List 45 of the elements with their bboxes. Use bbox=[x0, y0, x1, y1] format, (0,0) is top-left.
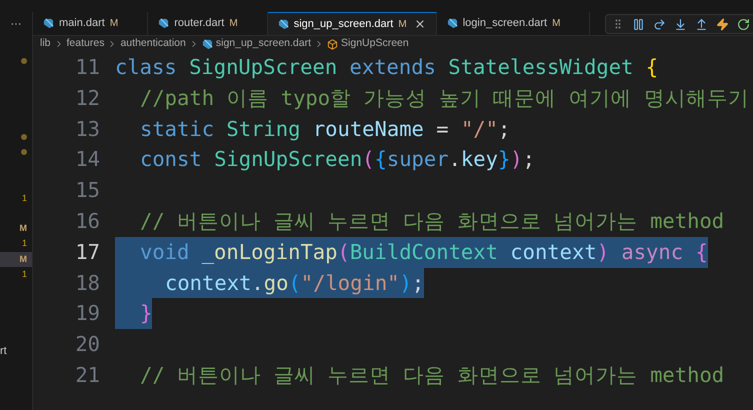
code-line: // 버튼이나 글씨 누르면 다음 화면으로 넘어가는 method bbox=[139, 362, 724, 389]
editor-tab[interactable]: main.dart M bbox=[33, 12, 148, 35]
file-name[interactable]: rt bbox=[0, 343, 7, 360]
breadcrumb-item[interactable]: sign_up_screen.dart bbox=[216, 36, 312, 52]
line-number: 16 bbox=[75, 208, 100, 235]
line-number: 18 bbox=[75, 270, 100, 297]
problem-count: 1 bbox=[22, 192, 27, 205]
modified-letter: M bbox=[20, 222, 27, 236]
dart-file-icon bbox=[446, 18, 458, 29]
line-number: 13 bbox=[75, 116, 100, 143]
code-line: // 버튼이나 글씨 누르면 다음 화면으로 넘어가는 method bbox=[139, 208, 724, 235]
problem-count: 1 bbox=[22, 268, 27, 282]
dart-file-icon bbox=[202, 38, 213, 50]
dart-file-icon bbox=[158, 18, 170, 29]
more-actions-button[interactable]: ··· bbox=[10, 18, 22, 30]
line-number: 21 bbox=[75, 362, 100, 389]
restart-icon[interactable] bbox=[737, 18, 750, 30]
dart-file-icon bbox=[43, 18, 54, 29]
editor-tab[interactable]: sign_up_screen.dart M bbox=[268, 12, 437, 35]
class-icon bbox=[327, 38, 338, 50]
line-number: 14 bbox=[75, 146, 100, 174]
lightning-icon[interactable] bbox=[716, 18, 729, 30]
step-over-icon[interactable] bbox=[653, 18, 666, 30]
line-number: 17 bbox=[75, 238, 100, 266]
line-number: 19 bbox=[75, 300, 100, 328]
editor-tab[interactable]: login_screen.dart M bbox=[436, 12, 590, 35]
modified-letter: M bbox=[20, 252, 27, 266]
code-line: static String routeName = "/"; bbox=[139, 116, 510, 143]
line-number: 20 bbox=[75, 331, 100, 358]
line-number: 11 bbox=[75, 54, 100, 81]
breadcrumb-item[interactable]: features bbox=[66, 36, 104, 52]
close-icon[interactable] bbox=[414, 18, 426, 30]
dart-file-icon bbox=[278, 18, 289, 30]
code-line: class SignUpScreen extends StatelessWidget { bbox=[115, 54, 658, 81]
line-number: 12 bbox=[75, 84, 100, 112]
step-out-icon[interactable] bbox=[695, 18, 708, 30]
problem-count: 1 bbox=[22, 237, 27, 250]
breadcrumb-item[interactable]: authentication bbox=[120, 36, 186, 52]
breadcrumb-item[interactable]: lib bbox=[40, 36, 51, 52]
step-into-icon[interactable] bbox=[674, 18, 687, 30]
code-line: const SignUpScreen({super.key}); bbox=[139, 146, 535, 174]
pause-icon[interactable] bbox=[632, 18, 645, 30]
breadcrumb-item[interactable]: SignUpScreen bbox=[341, 36, 409, 52]
line-number: 15 bbox=[75, 177, 100, 204]
code-line: //path 이름 typo할 가능성 높기 때문에 여기에 명시해두기 bbox=[139, 84, 749, 112]
